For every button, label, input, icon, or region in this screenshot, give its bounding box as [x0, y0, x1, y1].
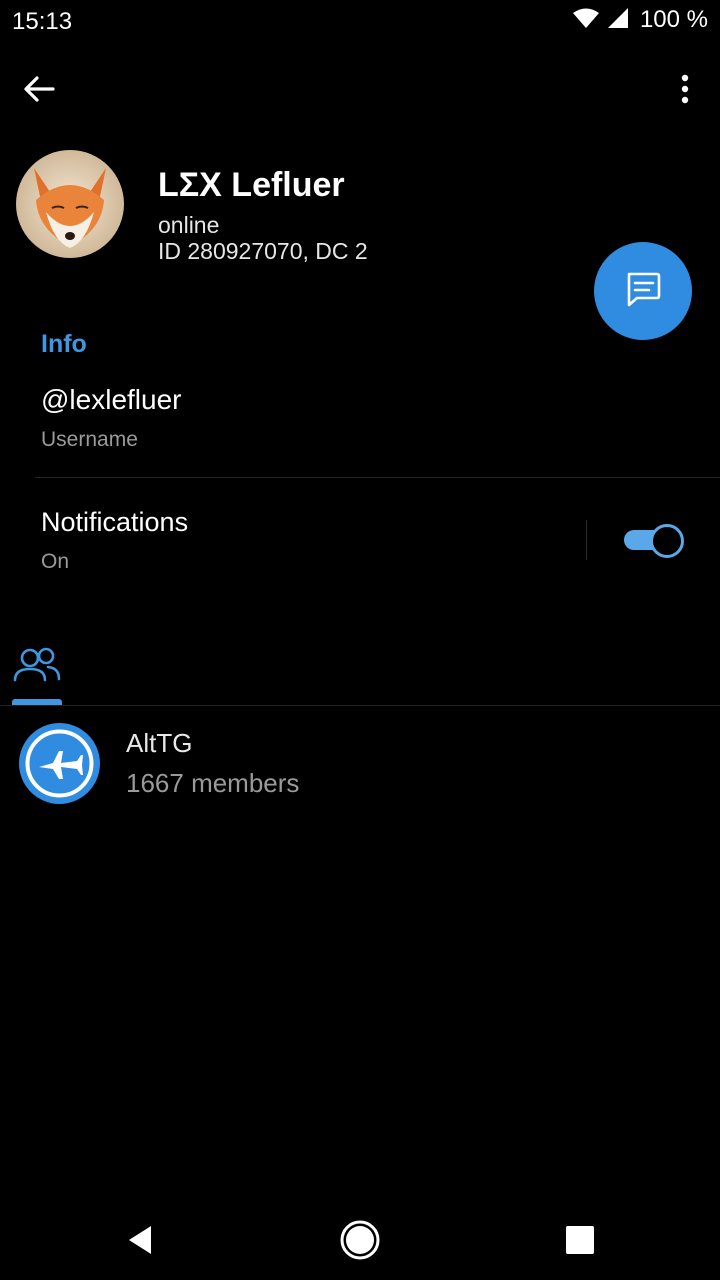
toggle-knob: [650, 524, 684, 558]
more-vert-icon: [680, 74, 690, 109]
group-members: 1667 members: [126, 768, 300, 798]
fox-avatar-icon: [16, 150, 124, 258]
back-arrow-icon: [23, 75, 55, 108]
profile-name: LΣX Lefluer: [158, 166, 345, 204]
username-value[interactable]: @lexlefluer: [41, 384, 181, 416]
profile-id: ID 280927070, DC 2: [158, 238, 368, 264]
tab-groups[interactable]: [12, 644, 62, 706]
nav-recents-button[interactable]: [562, 1224, 598, 1260]
notifications-title[interactable]: Notifications: [41, 507, 188, 538]
status-icons: 100 %: [572, 6, 708, 34]
status-time: 15:13: [12, 8, 73, 35]
divider: [0, 705, 720, 706]
nav-home-icon: [338, 1218, 382, 1267]
group-avatar[interactable]: [19, 723, 100, 804]
wifi-icon: [572, 7, 600, 34]
group-name[interactable]: AltTG: [126, 728, 192, 759]
nav-home-button[interactable]: [336, 1218, 384, 1266]
groups-icon: [12, 647, 62, 692]
notifications-separator: [586, 520, 587, 560]
nav-back-button[interactable]: [120, 1222, 160, 1262]
username-caption: Username: [41, 428, 138, 451]
more-options-button[interactable]: [664, 70, 706, 112]
battery-text: 100 %: [639, 6, 708, 33]
nav-back-icon: [125, 1224, 155, 1261]
nav-recents-icon: [565, 1225, 595, 1260]
profile-avatar[interactable]: [16, 150, 124, 258]
notifications-value: On: [41, 550, 70, 573]
profile-status: online: [158, 212, 220, 238]
notifications-toggle[interactable]: [622, 522, 684, 558]
signal-icon: [606, 7, 630, 34]
back-button[interactable]: [18, 70, 60, 112]
divider: [35, 477, 720, 478]
jet-plane-icon: [25, 729, 94, 798]
info-section-title: Info: [41, 330, 87, 358]
send-message-button[interactable]: [594, 242, 692, 340]
message-icon: [623, 269, 663, 314]
